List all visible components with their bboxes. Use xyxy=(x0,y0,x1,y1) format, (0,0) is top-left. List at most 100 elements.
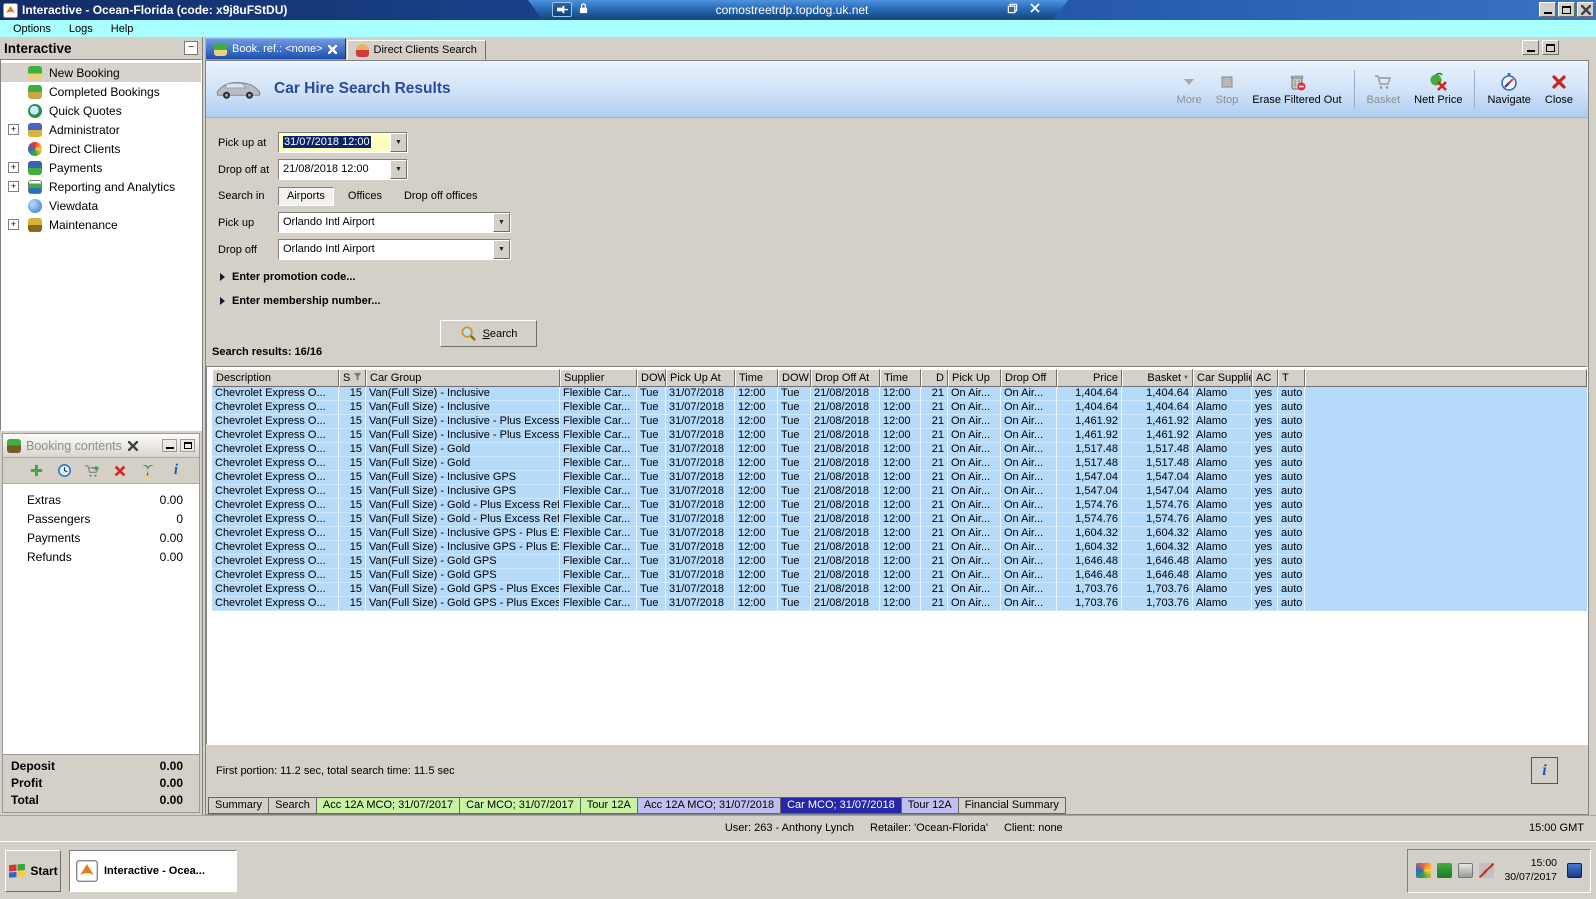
start-button[interactable]: Start xyxy=(5,850,61,892)
bottom-tab-tour-12a-2017[interactable]: Tour 12A xyxy=(580,797,638,814)
window-close-button[interactable] xyxy=(1577,2,1594,17)
more-button[interactable]: More xyxy=(1170,66,1209,112)
bottom-tab-financial-summary[interactable]: Financial Summary xyxy=(958,797,1066,814)
result-row[interactable]: Chevrolet Express O...15Van(Full Size) -… xyxy=(212,415,1587,429)
column-header[interactable]: Supplier▼ xyxy=(560,369,637,387)
bottom-tab-tour-12a-2018[interactable]: Tour 12A xyxy=(901,797,959,814)
column-header[interactable]: S▼ xyxy=(339,369,366,387)
drop-off-at-dropdown-button[interactable]: ▼ xyxy=(390,160,407,179)
column-header[interactable]: DOW▼ xyxy=(778,369,811,387)
result-row[interactable]: Chevrolet Express O...15Van(Full Size) -… xyxy=(212,387,1587,401)
basket-button[interactable]: Basket xyxy=(1360,66,1408,112)
search-in-drop-off-offices[interactable]: Drop off offices xyxy=(396,188,486,205)
close-button[interactable]: Close xyxy=(1538,66,1580,112)
rdp-close-button[interactable] xyxy=(1030,3,1040,16)
app-titlebar[interactable]: Interactive - Ocean-Florida (code: x9j8u… xyxy=(0,0,1596,20)
membership-number-expander[interactable]: Enter membership number... xyxy=(220,293,1588,308)
tabgroup-minimize-button[interactable] xyxy=(1522,40,1539,55)
search-in-airports[interactable]: Airports xyxy=(278,187,334,206)
expand-box[interactable]: + xyxy=(8,181,19,192)
result-row[interactable]: Chevrolet Express O...15Van(Full Size) -… xyxy=(212,527,1587,541)
bottom-tab-car-mco-2017[interactable]: Car MCO; 31/07/2017 xyxy=(459,797,581,814)
pick-up-at-field[interactable]: 31/07/2018 12:00 ▼ xyxy=(278,132,408,153)
add-item-button[interactable] xyxy=(27,462,45,480)
expand-box[interactable] xyxy=(8,105,19,116)
result-row[interactable]: Chevrolet Express O...15Van(Full Size) -… xyxy=(212,401,1587,415)
result-row[interactable]: Chevrolet Express O...15Van(Full Size) -… xyxy=(212,541,1587,555)
tab-booking-ref[interactable]: Book. ref.: <none> xyxy=(205,38,346,60)
bottom-tab-acc-12a-mco-2018[interactable]: Acc 12A MCO; 31/07/2018 xyxy=(637,797,781,814)
tab-direct-clients-search[interactable]: Direct Clients Search xyxy=(347,40,486,60)
bottom-tab-summary[interactable]: Summary xyxy=(208,797,269,814)
sidebar-item-payments[interactable]: +Payments xyxy=(1,158,201,177)
sidebar-collapse-button[interactable]: − xyxy=(184,41,198,55)
stop-button[interactable]: Stop xyxy=(1209,66,1246,112)
sidebar-item-administrator[interactable]: +Administrator xyxy=(1,120,201,139)
result-row[interactable]: Chevrolet Express O...15Van(Full Size) -… xyxy=(212,499,1587,513)
drop-off-at-field[interactable]: 21/08/2018 12:00 ▼ xyxy=(278,159,408,180)
window-minimize-button[interactable] xyxy=(1539,2,1556,17)
result-row[interactable]: Chevrolet Express O...15Van(Full Size) -… xyxy=(212,597,1587,611)
sidebar-item-viewdata[interactable]: Viewdata xyxy=(1,196,201,215)
column-header[interactable]: Pick Up At▼ xyxy=(666,369,735,387)
quick-quote-button[interactable] xyxy=(55,462,73,480)
expand-box[interactable]: + xyxy=(8,219,19,230)
drop-off-dropdown-button[interactable]: ▼ xyxy=(493,240,510,259)
result-row[interactable]: Chevrolet Express O...15Van(Full Size) -… xyxy=(212,569,1587,583)
search-button[interactable]: Search xyxy=(440,320,537,347)
column-header[interactable]: Time▼ xyxy=(735,369,778,387)
bottom-tab-search[interactable]: Search xyxy=(268,797,317,814)
column-header[interactable]: Description▼ xyxy=(212,369,339,387)
result-row[interactable]: Chevrolet Express O...15Van(Full Size) -… xyxy=(212,471,1587,485)
result-row[interactable]: Chevrolet Express O...15Van(Full Size) -… xyxy=(212,513,1587,527)
pin-icon[interactable] xyxy=(552,2,572,17)
booking-contents-close-button[interactable] xyxy=(128,441,138,451)
pick-up-at-dropdown-button[interactable]: ▼ xyxy=(390,133,407,152)
info-button[interactable]: i xyxy=(167,462,185,480)
result-row[interactable]: Chevrolet Express O...15Van(Full Size) -… xyxy=(212,583,1587,597)
holiday-palm-button[interactable] xyxy=(139,462,157,480)
nett-price-button[interactable]: Nett Price xyxy=(1407,66,1469,112)
booking-contents-maximize-button[interactable] xyxy=(180,439,195,452)
column-header[interactable]: D▼ xyxy=(921,369,948,387)
result-row[interactable]: Chevrolet Express O...15Van(Full Size) -… xyxy=(212,443,1587,457)
printer-icon[interactable] xyxy=(1458,863,1473,878)
column-header[interactable]: Time▼ xyxy=(880,369,921,387)
column-header[interactable]: Price▼ xyxy=(1057,369,1122,387)
expand-box[interactable] xyxy=(8,67,19,78)
sidebar-item-maintenance[interactable]: +Maintenance xyxy=(1,215,201,234)
expand-box[interactable] xyxy=(8,200,19,211)
column-header[interactable]: Basket▼ xyxy=(1122,369,1193,387)
sidebar-item-quick-quotes[interactable]: Quick Quotes xyxy=(1,101,201,120)
expand-box[interactable]: + xyxy=(8,124,19,135)
sidebar-item-direct-clients[interactable]: Direct Clients xyxy=(1,139,201,158)
delete-item-button[interactable] xyxy=(111,462,129,480)
search-in-offices[interactable]: Offices xyxy=(340,188,390,205)
menu-item-help[interactable]: Help xyxy=(102,22,143,36)
booking-contents-minimize-button[interactable] xyxy=(162,439,177,452)
erase-filtered-out-button[interactable]: Erase Filtered Out xyxy=(1245,66,1348,112)
info-button[interactable]: i xyxy=(1531,757,1558,784)
column-header[interactable]: Drop Off At▼ xyxy=(811,369,880,387)
navigate-button[interactable]: Navigate xyxy=(1480,66,1537,112)
expand-box[interactable]: + xyxy=(8,162,19,173)
column-header[interactable]: Car Group▼ xyxy=(366,369,560,387)
column-header[interactable]: Drop Off▼ xyxy=(1001,369,1057,387)
tab-close-icon[interactable] xyxy=(328,45,337,54)
sidebar-item-new-booking[interactable]: New Booking xyxy=(1,63,201,82)
promotion-code-expander[interactable]: Enter promotion code... xyxy=(220,269,1588,284)
bottom-tab-acc-12a-mco-2017[interactable]: Acc 12A MCO; 31/07/2017 xyxy=(316,797,460,814)
column-header[interactable]: Car Supplier▼ xyxy=(1193,369,1252,387)
sidebar-item-reporting-and-analytics[interactable]: +Reporting and Analytics xyxy=(1,177,201,196)
network-icon[interactable] xyxy=(1437,863,1452,878)
column-header[interactable]: T▼ xyxy=(1278,369,1305,387)
result-row[interactable]: Chevrolet Express O...15Van(Full Size) -… xyxy=(212,429,1587,443)
move-to-basket-button[interactable] xyxy=(83,462,101,480)
bottom-tab-car-mco-2018[interactable]: Car MCO; 31/07/2018 xyxy=(780,797,902,814)
filter-funnel-icon[interactable] xyxy=(353,372,362,384)
volume-muted-icon[interactable] xyxy=(1479,863,1494,878)
expand-box[interactable] xyxy=(8,86,19,97)
display-settings-icon[interactable] xyxy=(1416,863,1431,878)
rdp-restore-button[interactable] xyxy=(1007,3,1018,17)
tabgroup-restore-button[interactable] xyxy=(1542,40,1559,55)
